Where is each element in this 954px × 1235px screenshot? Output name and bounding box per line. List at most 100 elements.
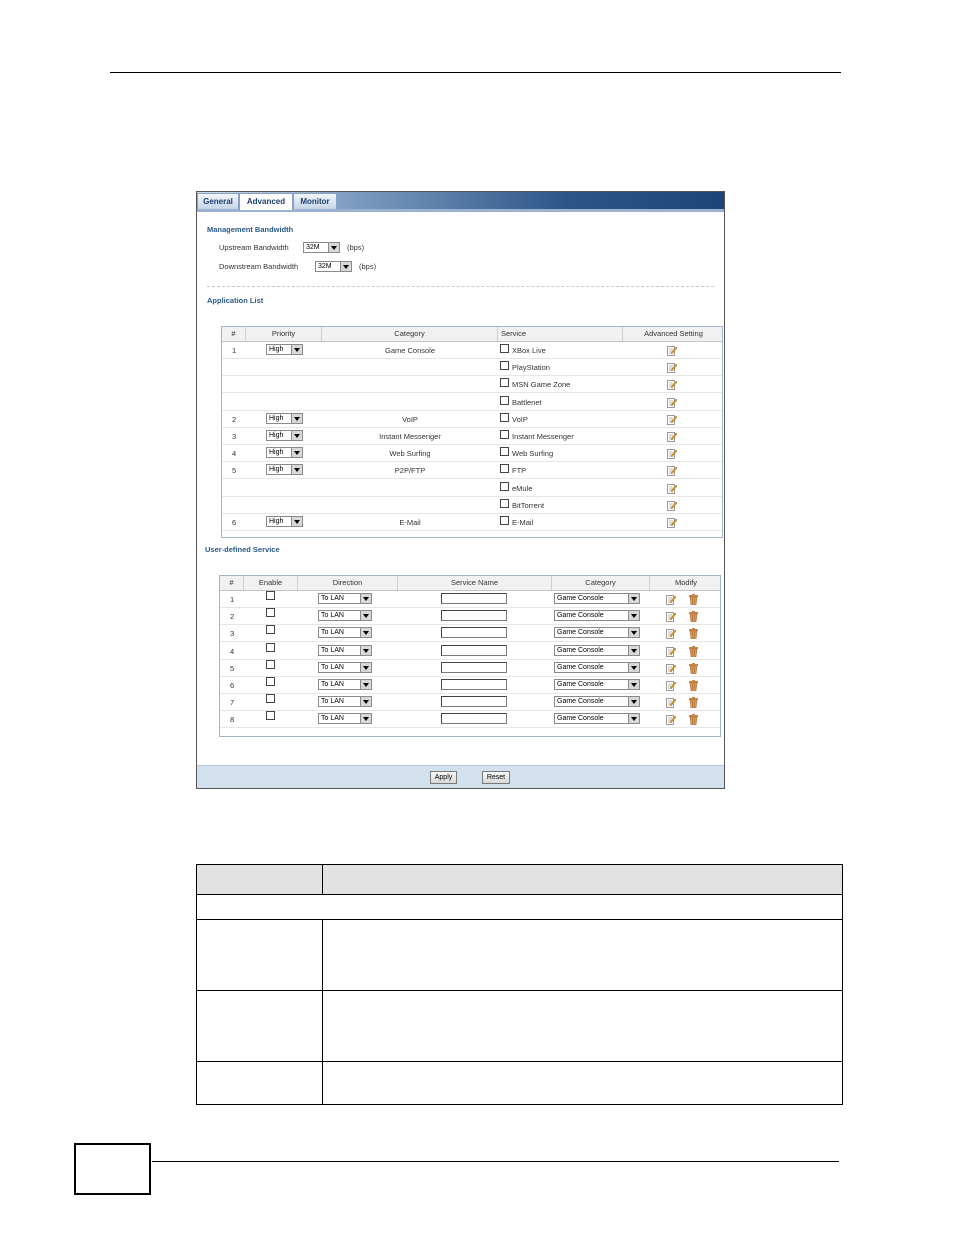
service-checkbox[interactable] xyxy=(500,464,509,474)
reset-button[interactable]: Reset xyxy=(482,771,510,784)
direction-value: To LAN xyxy=(321,629,344,637)
trash-icon[interactable] xyxy=(689,695,698,709)
row-number: 1 xyxy=(232,346,237,355)
trash-icon[interactable] xyxy=(689,609,698,623)
service-checkbox[interactable] xyxy=(500,498,509,508)
trash-icon[interactable] xyxy=(689,661,698,675)
trash-icon[interactable] xyxy=(689,644,698,657)
category-select[interactable]: Game Console xyxy=(554,610,640,622)
service-name-input[interactable] xyxy=(441,644,507,656)
downstream-select[interactable]: 32M xyxy=(315,261,352,272)
priority-value: High xyxy=(269,414,284,422)
edit-icon[interactable] xyxy=(667,498,678,511)
service-name-input[interactable] xyxy=(441,627,507,639)
direction-value: To LAN xyxy=(321,595,344,602)
category-select[interactable]: Game Console xyxy=(554,627,640,639)
service-checkbox[interactable] xyxy=(500,378,509,388)
service-name-input[interactable] xyxy=(441,696,507,708)
service-checkbox[interactable] xyxy=(500,516,509,525)
enable-checkbox[interactable] xyxy=(266,711,275,721)
enable-checkbox[interactable] xyxy=(266,642,275,652)
trash-icon[interactable] xyxy=(689,626,698,640)
priority-select[interactable]: High xyxy=(266,430,303,441)
priority-select[interactable]: High xyxy=(266,344,303,355)
row-number: 8 xyxy=(230,715,235,725)
category-select[interactable]: Game Console xyxy=(554,713,640,725)
edit-icon[interactable] xyxy=(666,609,677,623)
enable-checkbox[interactable] xyxy=(266,608,275,618)
priority-select[interactable]: High xyxy=(266,464,303,476)
category-select[interactable]: Game Console xyxy=(554,593,640,604)
direction-select[interactable]: To LAN xyxy=(318,644,372,656)
edit-icon[interactable] xyxy=(666,678,677,691)
priority-select[interactable]: High xyxy=(266,447,303,459)
chevron-down-icon xyxy=(291,448,302,458)
edit-icon[interactable] xyxy=(666,695,677,709)
service-name-input[interactable] xyxy=(441,713,507,725)
table-row: Battlenet xyxy=(222,393,722,411)
service-name-input[interactable] xyxy=(441,661,507,673)
category-label: Instant Messenger xyxy=(379,432,441,441)
service-checkbox[interactable] xyxy=(500,361,509,371)
edit-icon[interactable] xyxy=(666,592,677,605)
trash-icon[interactable] xyxy=(689,678,698,692)
enable-checkbox[interactable] xyxy=(266,659,275,669)
category-label: VoIP xyxy=(402,414,418,424)
tab-general[interactable]: General xyxy=(197,193,239,209)
service-checkbox[interactable] xyxy=(500,412,509,422)
category-value: Game Console xyxy=(557,629,604,637)
direction-select[interactable]: To LAN xyxy=(318,661,372,673)
service-name-input[interactable] xyxy=(441,610,507,622)
enable-checkbox[interactable] xyxy=(266,591,275,600)
direction-select[interactable]: To LAN xyxy=(318,713,372,725)
table-row: 2 High VoIP VoIP xyxy=(222,410,722,428)
enable-checkbox[interactable] xyxy=(266,694,275,704)
enable-checkbox[interactable] xyxy=(266,625,275,635)
priority-select[interactable]: High xyxy=(266,516,303,527)
edit-icon[interactable] xyxy=(667,395,678,408)
service-name-input[interactable] xyxy=(441,679,507,690)
edit-icon[interactable] xyxy=(666,661,677,674)
upstream-select[interactable]: 32M xyxy=(303,242,340,253)
category-select[interactable]: Game Console xyxy=(554,679,640,690)
chevron-down-icon xyxy=(360,594,371,603)
edit-icon[interactable] xyxy=(667,463,678,477)
category-select[interactable]: Game Console xyxy=(554,661,640,673)
edit-icon[interactable] xyxy=(667,446,678,460)
direction-select[interactable]: To LAN xyxy=(318,627,372,639)
edit-icon[interactable] xyxy=(667,515,678,528)
direction-select[interactable]: To LAN xyxy=(318,593,372,604)
category-select[interactable]: Game Console xyxy=(554,696,640,708)
priority-select[interactable]: High xyxy=(266,412,303,424)
direction-select[interactable]: To LAN xyxy=(318,679,372,690)
service-name-input[interactable] xyxy=(441,593,507,604)
chevron-down-icon xyxy=(291,431,302,440)
service-checkbox[interactable] xyxy=(500,481,509,491)
direction-select[interactable]: To LAN xyxy=(318,610,372,622)
edit-icon[interactable] xyxy=(667,429,678,442)
edit-icon[interactable] xyxy=(667,481,678,494)
apply-button[interactable]: Apply xyxy=(430,771,457,784)
edit-icon[interactable] xyxy=(667,412,678,425)
service-checkbox[interactable] xyxy=(500,344,509,353)
direction-select[interactable]: To LAN xyxy=(318,696,372,708)
edit-icon[interactable] xyxy=(666,712,677,726)
category-select[interactable]: Game Console xyxy=(554,644,640,656)
edit-icon[interactable] xyxy=(667,377,678,391)
tab-monitor[interactable]: Monitor xyxy=(293,193,337,209)
edit-icon[interactable] xyxy=(667,360,678,374)
direction-value: To LAN xyxy=(321,646,344,654)
tab-advanced[interactable]: Advanced xyxy=(239,193,293,210)
edit-icon[interactable] xyxy=(666,644,677,657)
service-checkbox[interactable] xyxy=(500,430,509,439)
trash-icon[interactable] xyxy=(689,592,698,606)
edit-icon[interactable] xyxy=(667,343,678,356)
direction-value: To LAN xyxy=(321,715,344,723)
upstream-label: Upstream Bandwidth xyxy=(219,243,289,252)
service-checkbox[interactable] xyxy=(500,447,509,457)
enable-checkbox[interactable] xyxy=(266,677,275,686)
trash-icon[interactable] xyxy=(689,712,698,726)
edit-icon[interactable] xyxy=(666,626,677,640)
service-checkbox[interactable] xyxy=(500,395,509,405)
bottom-rule xyxy=(152,1161,839,1162)
